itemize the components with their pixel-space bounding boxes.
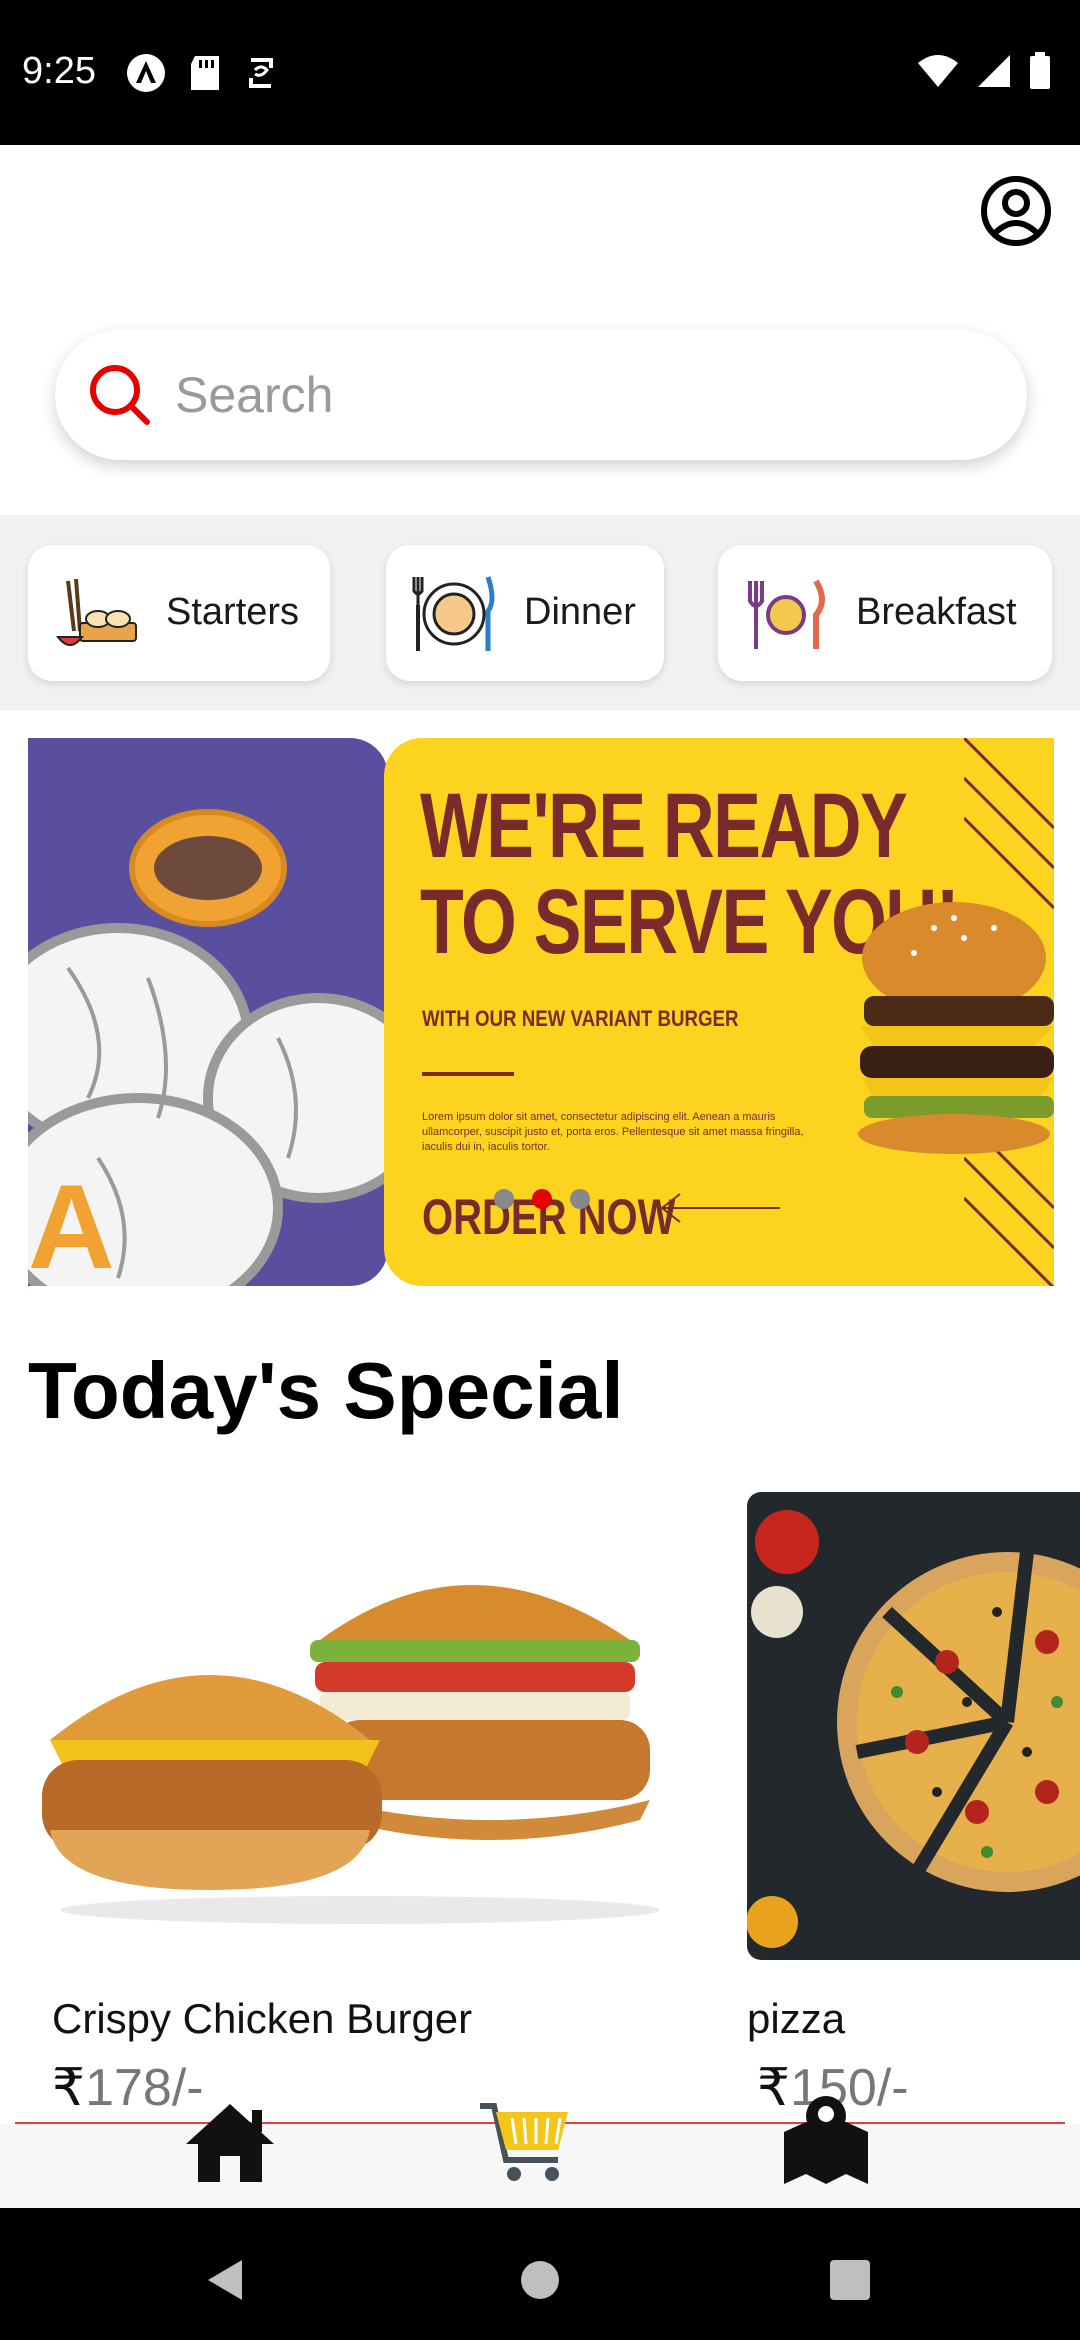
dumplings-illustration: A: [28, 809, 388, 1286]
nav-map-button[interactable]: [776, 2092, 876, 2184]
battery-icon: [1030, 52, 1050, 89]
dinner-plate-icon: [412, 576, 495, 651]
system-navigation-bar: [0, 2208, 1080, 2340]
banner-slide-previous[interactable]: A: [28, 738, 388, 1286]
pizza-illustration: [747, 1510, 1080, 1948]
banner-slide-active[interactable]: WE'RE READY TO SERVE YOU! WITH OUR NEW V…: [384, 738, 1054, 1286]
search-input[interactable]: [175, 350, 995, 440]
app-notification-icon: [127, 54, 165, 92]
arrow-left-icon: [660, 1193, 780, 1223]
wifi-icon: [918, 55, 958, 87]
signal-icon: [978, 55, 1010, 87]
breakfast-cutlery-icon: [748, 579, 825, 649]
system-status-icons: [916, 52, 1052, 90]
burger-product-image: [42, 1585, 660, 1924]
cart-icon: [480, 2103, 568, 2181]
banner-subtitle: WITH OUR NEW VARIANT BURGER: [422, 1006, 739, 1031]
product-name: Crispy Chicken Burger: [52, 1995, 473, 2042]
category-label: Dinner: [524, 591, 636, 633]
nav-cart-button[interactable]: [478, 2098, 578, 2188]
pizza-product-image: [747, 1492, 1080, 1960]
nav-home-button[interactable]: [180, 2098, 280, 2188]
profile-button[interactable]: [980, 175, 1052, 247]
search-bar[interactable]: [55, 330, 1027, 460]
banner-left-letter: A: [28, 1160, 115, 1286]
home-icon: [186, 2104, 274, 2182]
product-name: pizza: [747, 1995, 846, 2042]
category-starters[interactable]: Starters: [28, 545, 330, 681]
section-title: Today's Special: [28, 1346, 624, 1435]
currency-symbol: ₹: [52, 2059, 86, 2117]
back-icon[interactable]: [204, 2258, 246, 2302]
map-icon: [784, 2096, 868, 2184]
sd-card-icon: [191, 56, 219, 90]
category-label: Starters: [166, 591, 300, 633]
search-icon: [90, 365, 150, 425]
carousel-dot[interactable]: [570, 1189, 590, 1209]
category-dinner[interactable]: Dinner: [386, 545, 664, 681]
status-bar: 9:25: [0, 0, 1080, 145]
category-breakfast[interactable]: Breakfast: [718, 545, 1052, 681]
burger-image: [858, 902, 1054, 1154]
status-time: 9:25: [22, 50, 96, 92]
account-circle-icon: [981, 176, 1051, 246]
carousel-indicator: [494, 1189, 590, 1209]
carousel-dot[interactable]: [494, 1189, 514, 1209]
carousel-dot-active[interactable]: [532, 1189, 552, 1209]
category-strip: Starters Dinner Breakfast: [0, 515, 1080, 710]
recents-icon[interactable]: [830, 2260, 870, 2300]
category-label: Breakfast: [856, 591, 1017, 633]
banner-title-line-1: WE'RE READY: [420, 775, 908, 877]
banner-divider: [422, 1072, 514, 1076]
sync-icon: [249, 58, 273, 88]
starters-food-icon: [55, 578, 137, 646]
home-circle-icon[interactable]: [520, 2260, 560, 2300]
notification-icons: [125, 52, 279, 94]
banner-body-text: Lorem ipsum dolor sit amet, consectetur …: [422, 1111, 804, 1153]
